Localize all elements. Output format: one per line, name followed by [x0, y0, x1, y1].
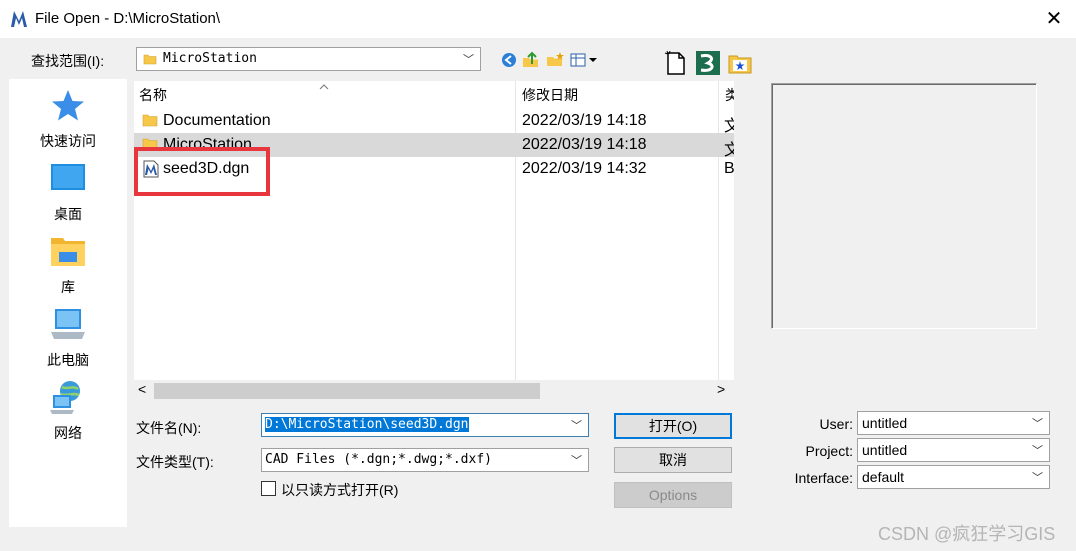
place-library[interactable]: 库 [9, 233, 127, 301]
chevron-down-icon[interactable]: ﹀ [571, 417, 582, 433]
scroll-left-icon[interactable]: < [138, 381, 146, 397]
file-date: 2022/03/19 14:18 [522, 112, 647, 129]
desktop-icon [51, 164, 85, 190]
library-icon [51, 238, 85, 266]
lookin-label: 查找范围(I): [31, 53, 105, 69]
chevron-down-icon: ﹀ [1032, 418, 1043, 430]
preview-pane [771, 83, 1037, 329]
cancel-button[interactable]: 取消 [614, 447, 732, 473]
window-title: File Open - D:\MicroStation\ [35, 10, 221, 27]
close-icon: ✕ [1045, 8, 1063, 30]
folder-icon [142, 114, 158, 127]
user-label: User: [819, 416, 853, 432]
project-value: untitled [862, 442, 908, 458]
up-folder-icon[interactable] [521, 50, 541, 70]
lookin-combo[interactable]: MicroStation ﹀ [136, 47, 481, 71]
place-label: 快速访问 [40, 133, 96, 149]
scrollbar-thumb[interactable] [154, 383, 540, 399]
chevron-down-icon: ﹀ [571, 455, 582, 467]
file-row[interactable]: Documentation 2022/03/19 14:18 文 [134, 109, 734, 135]
file-list[interactable]: 名称 修改日期 类 Documentation 2022/03/19 14:18… [134, 81, 734, 402]
filename-value: D:\MicroStation\seed3D.dgn [265, 417, 469, 432]
options-button[interactable]: Options [614, 482, 732, 508]
interface-label: Interface: [794, 470, 853, 486]
project-label: Project: [805, 443, 853, 459]
place-network[interactable]: 网络 [9, 379, 127, 447]
file-date: 2022/03/19 14:18 [522, 136, 647, 153]
project-select[interactable]: untitled ﹀ [857, 438, 1050, 462]
place-label: 库 [61, 279, 75, 295]
chevron-down-icon: ﹀ [1032, 472, 1043, 484]
place-this-pc[interactable]: 此电脑 [9, 306, 127, 374]
scroll-right-icon[interactable]: > [717, 381, 725, 397]
computer-icon [51, 309, 85, 339]
title-bar: File Open - D:\MicroStation\ ✕ [0, 0, 1076, 38]
new-folder-icon[interactable] [545, 50, 565, 70]
filetype-label: 文件类型(T): [136, 454, 214, 470]
column-header-type[interactable]: 类 [720, 81, 734, 109]
close-button[interactable]: ✕ [1040, 5, 1068, 33]
new-file-icon[interactable] [664, 50, 688, 76]
chevron-down-icon: ﹀ [1032, 445, 1043, 457]
file-type: B [724, 160, 734, 177]
horizontal-scrollbar[interactable]: < > [134, 380, 734, 402]
filetype-select[interactable]: CAD Files (*.dgn;*.dwg;*.dxf) ﹀ [261, 448, 589, 472]
file-date: 2022/03/19 14:32 [522, 160, 647, 177]
column-header-date[interactable]: 修改日期 [517, 81, 717, 109]
open-button[interactable]: 打开(O) [614, 413, 732, 439]
annotation-highlight-box [134, 147, 270, 196]
interface-value: default [862, 469, 905, 485]
places-bar: 快速访问 桌面 库 此电脑 网络 [9, 79, 127, 527]
place-label: 桌面 [54, 206, 82, 222]
sort-ascending-icon [319, 84, 329, 90]
readonly-label[interactable]: 以只读方式打开(R) [281, 480, 398, 500]
back-icon[interactable] [499, 50, 519, 70]
interface-select[interactable]: default ﹀ [857, 465, 1050, 489]
network-icon [50, 381, 80, 414]
lookin-value: MicroStation [163, 51, 257, 66]
place-quick-access[interactable]: 快速访问 [9, 87, 127, 155]
filename-input[interactable]: D:\MicroStation\seed3D.dgn ﹀ [261, 413, 589, 437]
place-label: 此电脑 [47, 352, 89, 368]
view-menu-icon[interactable] [569, 50, 599, 70]
place-label: 网络 [54, 425, 82, 441]
star-icon [52, 90, 84, 121]
chevron-down-icon: ﹀ [463, 54, 474, 66]
watermark: CSDN @疯狂学习GIS [878, 524, 1056, 544]
folder-icon [143, 54, 157, 65]
user-value: untitled [862, 415, 908, 431]
microstation-app-icon [11, 11, 27, 27]
workspace-icon[interactable] [695, 50, 721, 76]
filename-label: 文件名(N): [136, 420, 202, 436]
filetype-value: CAD Files (*.dgn;*.dwg;*.dxf) [265, 452, 492, 467]
folder-star-icon[interactable] [728, 52, 752, 74]
readonly-checkbox[interactable] [261, 481, 276, 496]
place-desktop[interactable]: 桌面 [9, 160, 127, 228]
user-select[interactable]: untitled ﹀ [857, 411, 1050, 435]
file-name: Documentation [163, 112, 271, 129]
